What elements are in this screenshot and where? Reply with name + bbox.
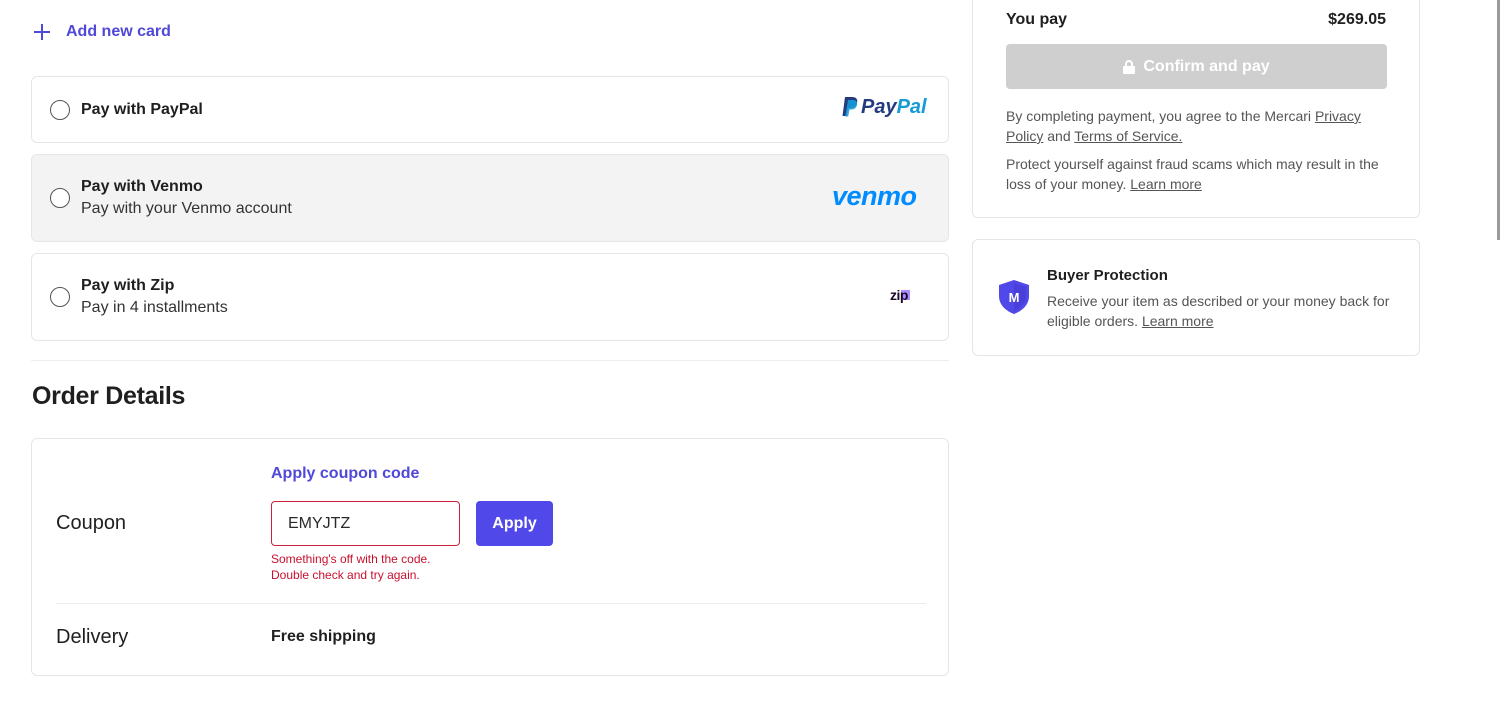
confirm-and-pay-button[interactable]: Confirm and pay — [1006, 44, 1387, 89]
pay-option-paypal[interactable]: Pay with PayPal PayPal — [31, 76, 949, 143]
venmo-title: Pay with Venmo — [81, 178, 203, 195]
payment-summary-card: You pay $269.05 Confirm and pay By compl… — [972, 0, 1420, 218]
zip-title: Pay with Zip — [81, 277, 175, 294]
buyer-protection-description: Receive your item as described or your m… — [1047, 293, 1390, 329]
order-details-heading: Order Details — [32, 382, 186, 410]
venmo-logo-text: venmo — [832, 181, 917, 211]
paypal-title: Pay with PayPal — [81, 100, 203, 118]
zip-radio[interactable] — [50, 287, 70, 307]
terms-prefix: By completing payment, you agree to the … — [1006, 108, 1315, 124]
svg-text:PayPal: PayPal — [861, 96, 927, 118]
buyer-protection-learn-more-link[interactable]: Learn more — [1142, 313, 1214, 329]
buyer-protection-card: M Buyer Protection Receive your item as … — [972, 239, 1420, 356]
card-divider — [56, 603, 926, 604]
terms-and: and — [1043, 128, 1075, 144]
venmo-radio[interactable] — [50, 188, 70, 208]
apply-coupon-link[interactable]: Apply coupon code — [271, 465, 419, 483]
coupon-input[interactable] — [271, 501, 460, 546]
add-new-card-link[interactable]: Add new card — [32, 18, 171, 46]
apply-coupon-button[interactable]: Apply — [476, 501, 553, 546]
venmo-subtitle: Pay with your Venmo account — [81, 200, 292, 217]
zip-logo: zip — [890, 287, 930, 308]
confirm-and-pay-label: Confirm and pay — [1143, 57, 1270, 75]
paypal-logo: PayPal — [842, 95, 930, 124]
coupon-error-line-1: Something's off with the code. — [271, 552, 431, 566]
svg-text:M: M — [1009, 290, 1020, 305]
paypal-radio[interactable] — [50, 99, 70, 120]
terms-of-service-link[interactable]: Terms of Service. — [1074, 128, 1182, 144]
fraud-learn-more-link[interactable]: Learn more — [1130, 176, 1202, 192]
coupon-label: Coupon — [56, 512, 127, 534]
coupon-error-message: Something's off with the code. Double ch… — [271, 551, 431, 583]
shield-icon: M — [997, 279, 1031, 320]
section-divider — [31, 360, 949, 361]
order-details-card: Coupon Apply coupon code Apply Something… — [31, 438, 949, 676]
zip-logo-text: zip — [890, 287, 908, 303]
buyer-protection-title: Buyer Protection — [1047, 267, 1168, 284]
add-new-card-label: Add new card — [66, 23, 171, 40]
terms-notice: By completing payment, you agree to the … — [1006, 106, 1386, 146]
fraud-notice: Protect yourself against fraud scams whi… — [1006, 154, 1386, 194]
coupon-error-line-2: Double check and try again. — [271, 568, 420, 582]
paypal-logo-pay: Pay — [861, 96, 897, 118]
pay-option-venmo[interactable]: Pay with Venmo Pay with your Venmo accou… — [31, 154, 949, 242]
total-amount: $269.05 — [1328, 11, 1386, 28]
pay-option-zip[interactable]: Pay with Zip Pay in 4 installments zip — [31, 253, 949, 341]
delivery-value: Free shipping — [271, 628, 376, 645]
delivery-label: Delivery — [56, 626, 129, 648]
zip-subtitle: Pay in 4 installments — [81, 299, 228, 316]
you-pay-label: You pay — [1006, 11, 1068, 28]
paypal-logo-pal: Pal — [897, 96, 927, 118]
lock-icon — [1123, 59, 1136, 74]
plus-icon — [32, 22, 52, 42]
buyer-protection-text: Receive your item as described or your m… — [1047, 291, 1407, 331]
venmo-logo: venmo — [832, 181, 930, 216]
